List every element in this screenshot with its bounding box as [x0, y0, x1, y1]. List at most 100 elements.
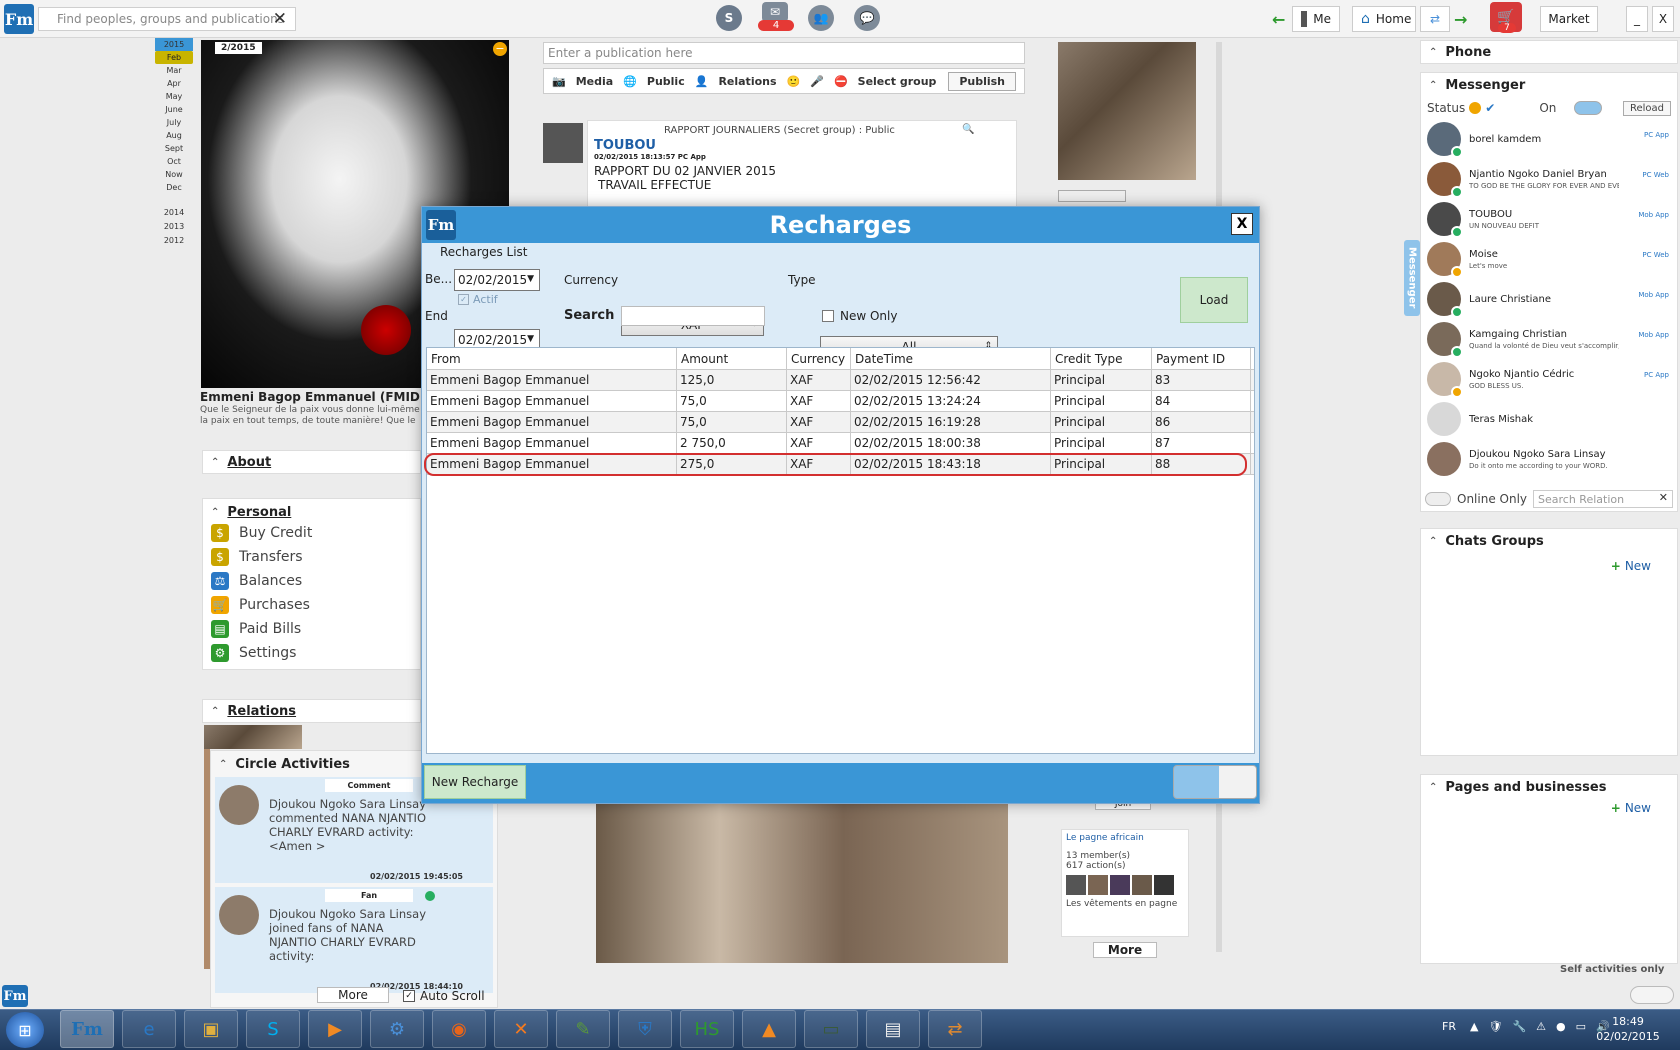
load-button[interactable]: Load [1180, 277, 1248, 323]
messenger-side-tab[interactable]: Messenger [1404, 240, 1420, 316]
camera-icon[interactable]: 📷 [552, 75, 566, 88]
vlc-icon[interactable]: ▲ [742, 1010, 796, 1048]
table-row[interactable]: Emmeni Bagop Emmanuel 125,0 XAF 02/02/2015 … [427, 370, 1254, 391]
start-button-icon[interactable]: ⊞ [6, 1012, 44, 1048]
about-title[interactable]: About [227, 455, 271, 470]
tray-tools-icon[interactable]: 🔧 [1512, 1020, 1526, 1033]
post-search-icon[interactable]: 🔍 [962, 124, 974, 135]
notifications-icon[interactable]: ✉ [762, 2, 788, 22]
transfer-icon[interactable]: ⇄ [928, 1010, 982, 1048]
microphone-icon[interactable]: 🎤 [810, 75, 824, 88]
hs-icon[interactable]: HS [680, 1010, 734, 1048]
dialog-toggle-switch[interactable] [1173, 765, 1257, 799]
monitor-icon[interactable]: ▭ [804, 1010, 858, 1048]
me-button[interactable]: Me [1292, 6, 1340, 32]
collapse-icon[interactable]: ⌃ [1429, 80, 1437, 91]
table-row[interactable]: Emmeni Bagop Emmanuel 75,0 XAF 02/02/2015 1… [427, 412, 1254, 433]
actif-checkbox[interactable]: ✓ Actif [458, 293, 498, 306]
timeline-month[interactable]: June [155, 103, 193, 116]
dialog-close-button[interactable]: X [1231, 213, 1253, 235]
column-header[interactable]: Currency [787, 348, 851, 369]
contact-item[interactable]: Njantio Ngoko Daniel Bryan TO GOD BE THE … [1427, 159, 1677, 199]
status-check-icon[interactable]: ✔ [1485, 101, 1495, 115]
collapse-icon[interactable]: ⌃ [1429, 47, 1437, 58]
personal-item-balances[interactable]: ⚖ Balances [211, 569, 420, 593]
timeline-year[interactable]: 2013 [155, 220, 193, 234]
close-app-button[interactable]: X [1652, 6, 1674, 32]
timeline-month[interactable]: July [155, 116, 193, 129]
personal-item-settings[interactable]: ⚙ Settings [211, 641, 420, 665]
contact-item[interactable]: Ngoko Njantio Cédric GOD BLESS US. PC App [1427, 359, 1677, 399]
post-author[interactable]: TOUBOU [594, 138, 1010, 153]
column-header[interactable]: DateTime [851, 348, 1051, 369]
select-group-button[interactable]: Select group [858, 75, 937, 88]
photo-pager[interactable] [1058, 190, 1126, 202]
self-activities-toggle[interactable] [1630, 986, 1674, 1004]
contact-item[interactable]: Laure Christiane Mob App [1427, 279, 1677, 319]
personal-item-purchases[interactable]: 🛒 Purchases [211, 593, 420, 617]
search-relation-input[interactable]: Search Relation ✕ [1533, 490, 1673, 508]
column-header[interactable]: From [427, 348, 677, 369]
online-only-toggle[interactable] [1425, 492, 1451, 506]
collapse-icon[interactable]: ⌃ [219, 759, 227, 770]
skype-status-icon[interactable]: S [716, 5, 742, 31]
personal-item-paid-bills[interactable]: ▤ Paid Bills [211, 617, 420, 641]
clear-search-icon[interactable]: ✕ [273, 9, 287, 29]
contact-item[interactable]: Teras Mishak [1427, 399, 1677, 439]
autoscroll-toggle[interactable]: ✓ Auto Scroll [403, 989, 485, 1003]
activity-item[interactable]: Fan Djoukou Ngoko Sara Linsay joined fans… [215, 887, 493, 993]
circle-more-button[interactable]: More [317, 987, 389, 1003]
reload-button[interactable]: Reload [1622, 100, 1671, 116]
back-arrow-icon[interactable]: ← [1272, 10, 1285, 29]
personal-title[interactable]: Personal [227, 505, 291, 520]
group-name[interactable]: Le pagne africain [1066, 833, 1184, 843]
public-button[interactable]: Public [647, 75, 685, 88]
contact-item[interactable]: TOUBOU UN NOUVEAU DEFIT Mob App [1427, 199, 1677, 239]
minus-icon[interactable]: − [493, 42, 507, 56]
autoscroll-checkbox[interactable]: ✓ [403, 990, 415, 1002]
timeline-year[interactable]: 2012 [155, 234, 193, 248]
media-player-icon[interactable]: ▶ [308, 1010, 362, 1048]
timeline-month[interactable]: Now [155, 168, 193, 181]
minimize-button[interactable]: _ [1626, 6, 1648, 32]
emoji-icon[interactable]: 🙂 [787, 75, 801, 88]
post-author-avatar[interactable] [543, 123, 583, 163]
contact-item[interactable]: borel kamdem PC App [1427, 119, 1677, 159]
relations-panel[interactable]: ⌃ Relations [202, 699, 421, 723]
timeline-month[interactable]: Apr [155, 77, 193, 90]
timeline-month[interactable]: May [155, 90, 193, 103]
personal-item-transfers[interactable]: $ Transfers [211, 545, 420, 569]
ie-icon[interactable]: e [122, 1010, 176, 1048]
global-search-input[interactable]: Find peoples, groups and publications ✕ [38, 7, 296, 31]
tray-monitor-icon[interactable]: ▭ [1576, 1020, 1586, 1033]
table-row[interactable]: Emmeni Bagop Emmanuel 275,0 XAF 02/02/2015 … [427, 454, 1254, 475]
clock[interactable]: 18:49 02/02/2015 [1596, 1014, 1660, 1044]
status-away-icon[interactable] [1469, 102, 1482, 114]
language-indicator[interactable]: FR [1442, 1020, 1456, 1033]
group-more-button[interactable]: More [1093, 942, 1157, 958]
editor-icon[interactable]: ✎ [556, 1010, 610, 1048]
activity-avatar[interactable] [219, 785, 259, 825]
explorer-icon[interactable]: ▣ [184, 1010, 238, 1048]
table-row[interactable]: Emmeni Bagop Emmanuel 2 750,0 XAF 02/02/201… [427, 433, 1254, 454]
sync-button[interactable]: ⇄ [1420, 6, 1450, 32]
contacts-icon[interactable]: 👥 [808, 5, 834, 31]
publish-button[interactable]: Publish [948, 71, 1016, 91]
collapse-icon[interactable]: ⌃ [1429, 782, 1437, 793]
timeline-month[interactable]: 2015 [155, 38, 193, 51]
document-icon[interactable]: ▤ [866, 1010, 920, 1048]
timeline-month[interactable]: Oct [155, 155, 193, 168]
tray-network-icon[interactable]: ⚠ [1536, 1020, 1546, 1033]
online-toggle[interactable] [1574, 101, 1603, 115]
contact-item[interactable]: Kamgaing Christian Quand la volonté de Di… [1427, 319, 1677, 359]
tray-up-icon[interactable]: ▲ [1470, 1020, 1478, 1033]
timeline-month[interactable]: Mar [155, 64, 193, 77]
tray-avast-icon[interactable]: ● [1556, 1020, 1566, 1033]
collapse-icon[interactable]: ⌃ [211, 457, 219, 468]
activity-avatar[interactable] [219, 895, 259, 935]
network-icon[interactable]: ⛨ [618, 1010, 672, 1048]
contact-item[interactable]: Moise Let's move PC Web [1427, 239, 1677, 279]
firefox-icon[interactable]: ◉ [432, 1010, 486, 1048]
footer-logo[interactable]: Fm [2, 985, 28, 1007]
phone-panel[interactable]: ⌃ Phone [1420, 40, 1678, 64]
